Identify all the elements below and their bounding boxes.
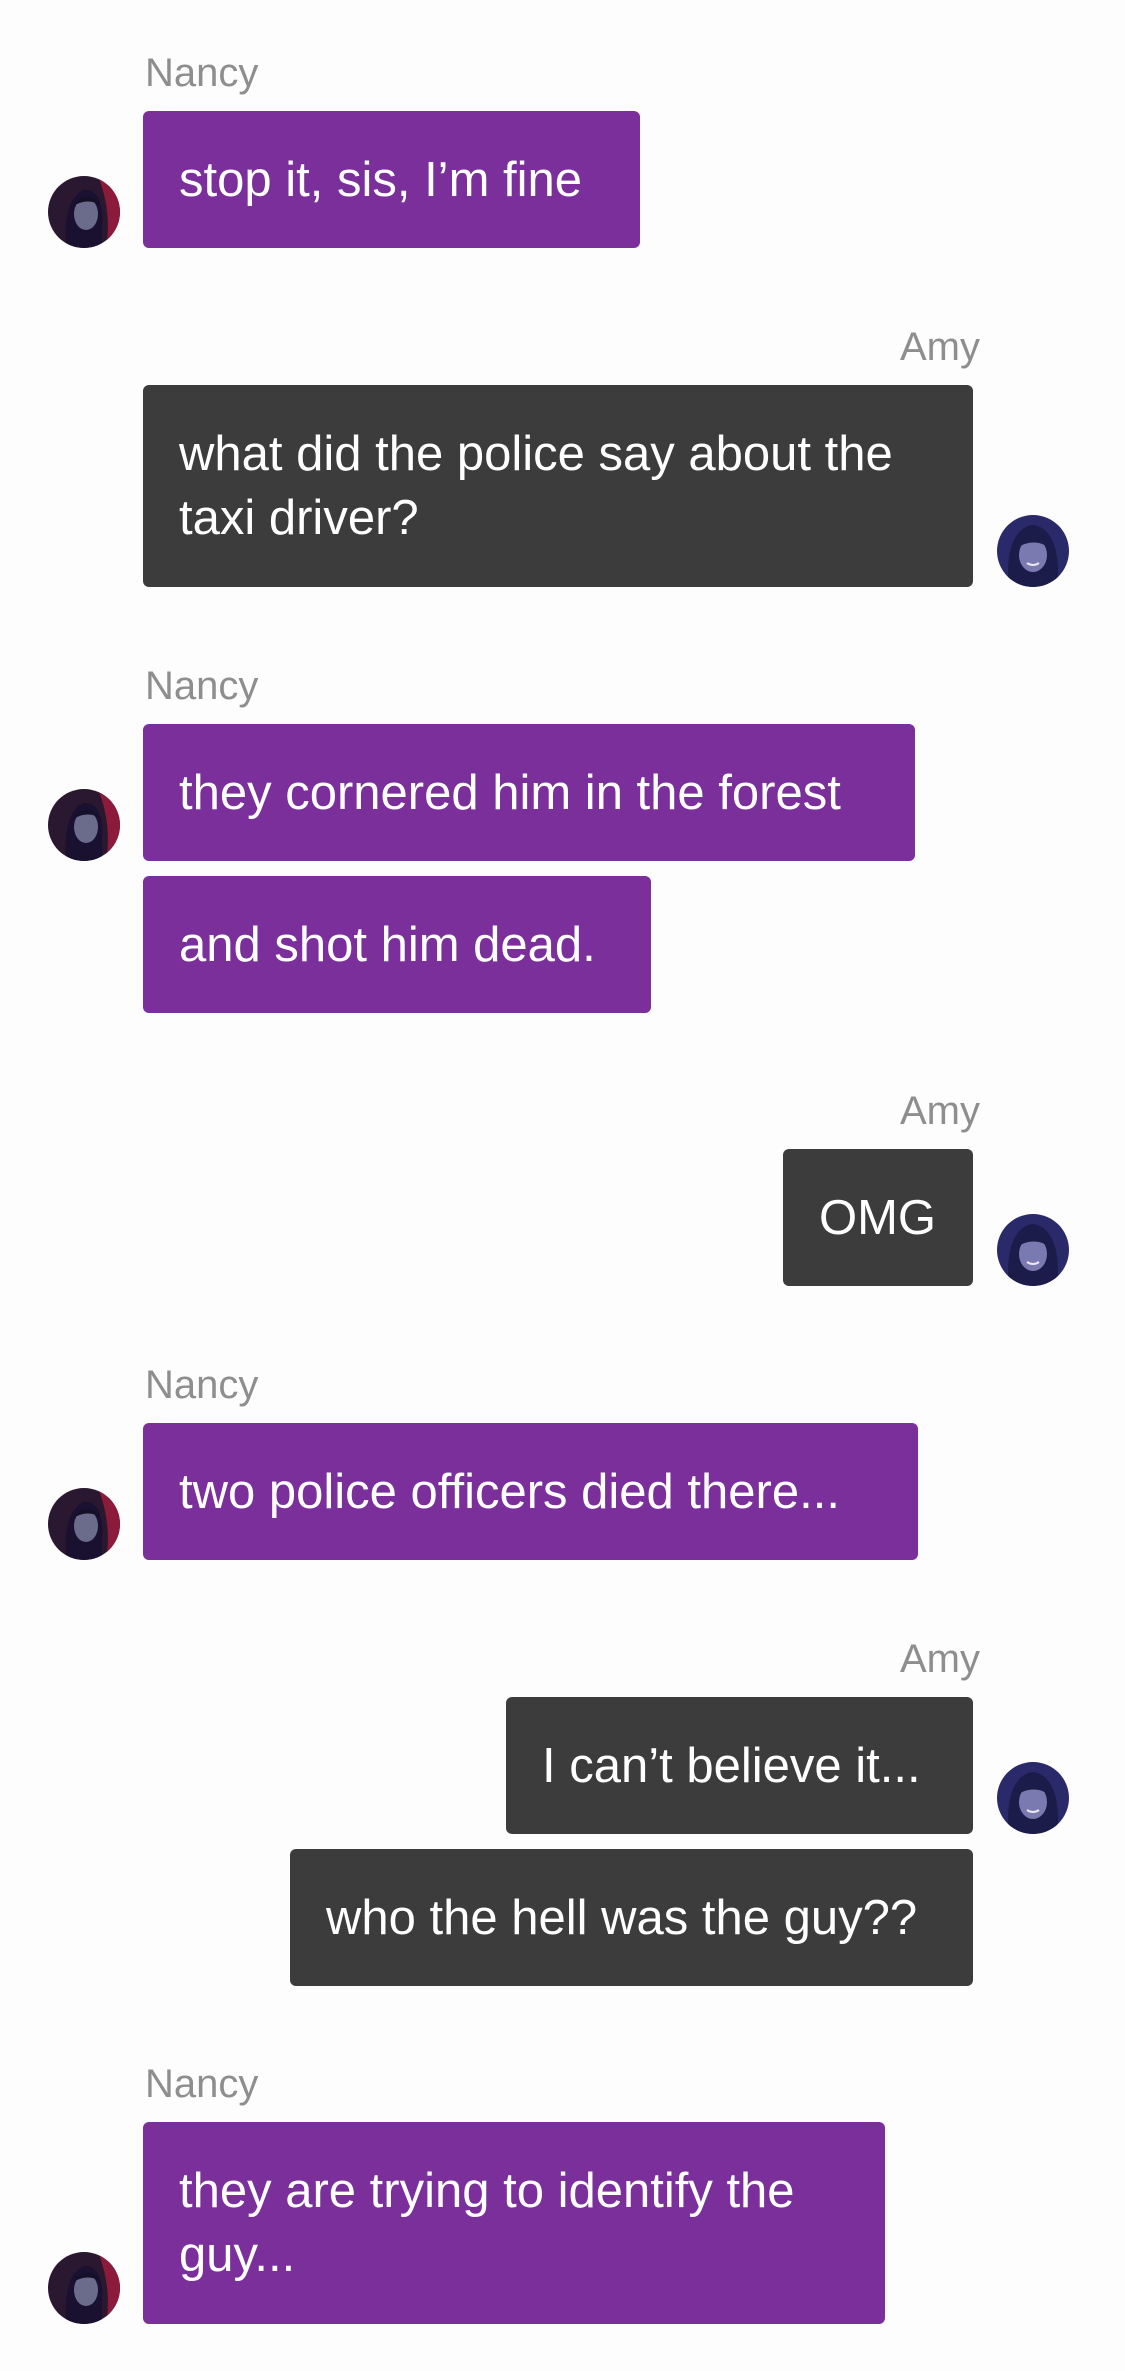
message-bubble[interactable]: what did the police say about the taxi d… [143, 385, 973, 587]
message-bubble[interactable]: two police officers died there... [143, 1423, 918, 1560]
nancy-avatar-icon[interactable] [48, 176, 120, 248]
sender-name-nancy: Nancy [145, 51, 259, 95]
sender-name-nancy: Nancy [145, 1363, 259, 1407]
nancy-avatar-icon[interactable] [48, 1488, 120, 1560]
nancy-avatar-icon[interactable] [48, 2252, 120, 2324]
sender-name-amy: Amy [900, 1637, 980, 1681]
nancy-avatar-icon[interactable] [48, 789, 120, 861]
sender-name-nancy: Nancy [145, 2062, 259, 2106]
amy-avatar-icon[interactable] [997, 1214, 1069, 1286]
message-bubble[interactable]: and shot him dead. [143, 876, 651, 1013]
sender-name-nancy: Nancy [145, 664, 259, 708]
message-bubble[interactable]: I can’t believe it... [506, 1697, 973, 1834]
message-bubble[interactable]: they cornered him in the forest [143, 724, 915, 861]
amy-avatar-icon[interactable] [997, 515, 1069, 587]
sender-name-amy: Amy [900, 325, 980, 369]
message-bubble[interactable]: they are trying to identify the guy... [143, 2122, 885, 2324]
sender-name-amy: Amy [900, 1089, 980, 1133]
message-bubble[interactable]: stop it, sis, I’m fine [143, 111, 640, 248]
message-bubble[interactable]: who the hell was the guy?? [290, 1849, 973, 1986]
message-bubble[interactable]: OMG [783, 1149, 973, 1286]
amy-avatar-icon[interactable] [997, 1762, 1069, 1834]
